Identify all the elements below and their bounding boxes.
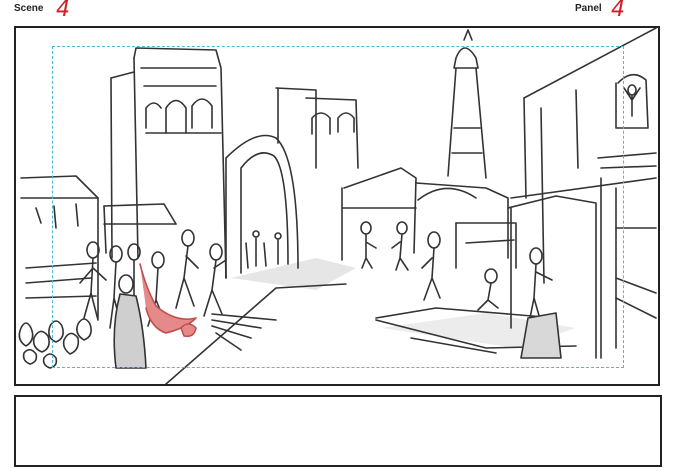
market-scene-sketch: [18, 28, 657, 384]
storyboard-panel-frame: [14, 26, 660, 386]
panel-number: 4: [611, 0, 625, 22]
scene-label: Scene: [14, 3, 44, 14]
panel-notes-box[interactable]: [14, 395, 662, 467]
scene-number: 4: [56, 0, 70, 22]
panel-label: Panel: [575, 3, 602, 14]
